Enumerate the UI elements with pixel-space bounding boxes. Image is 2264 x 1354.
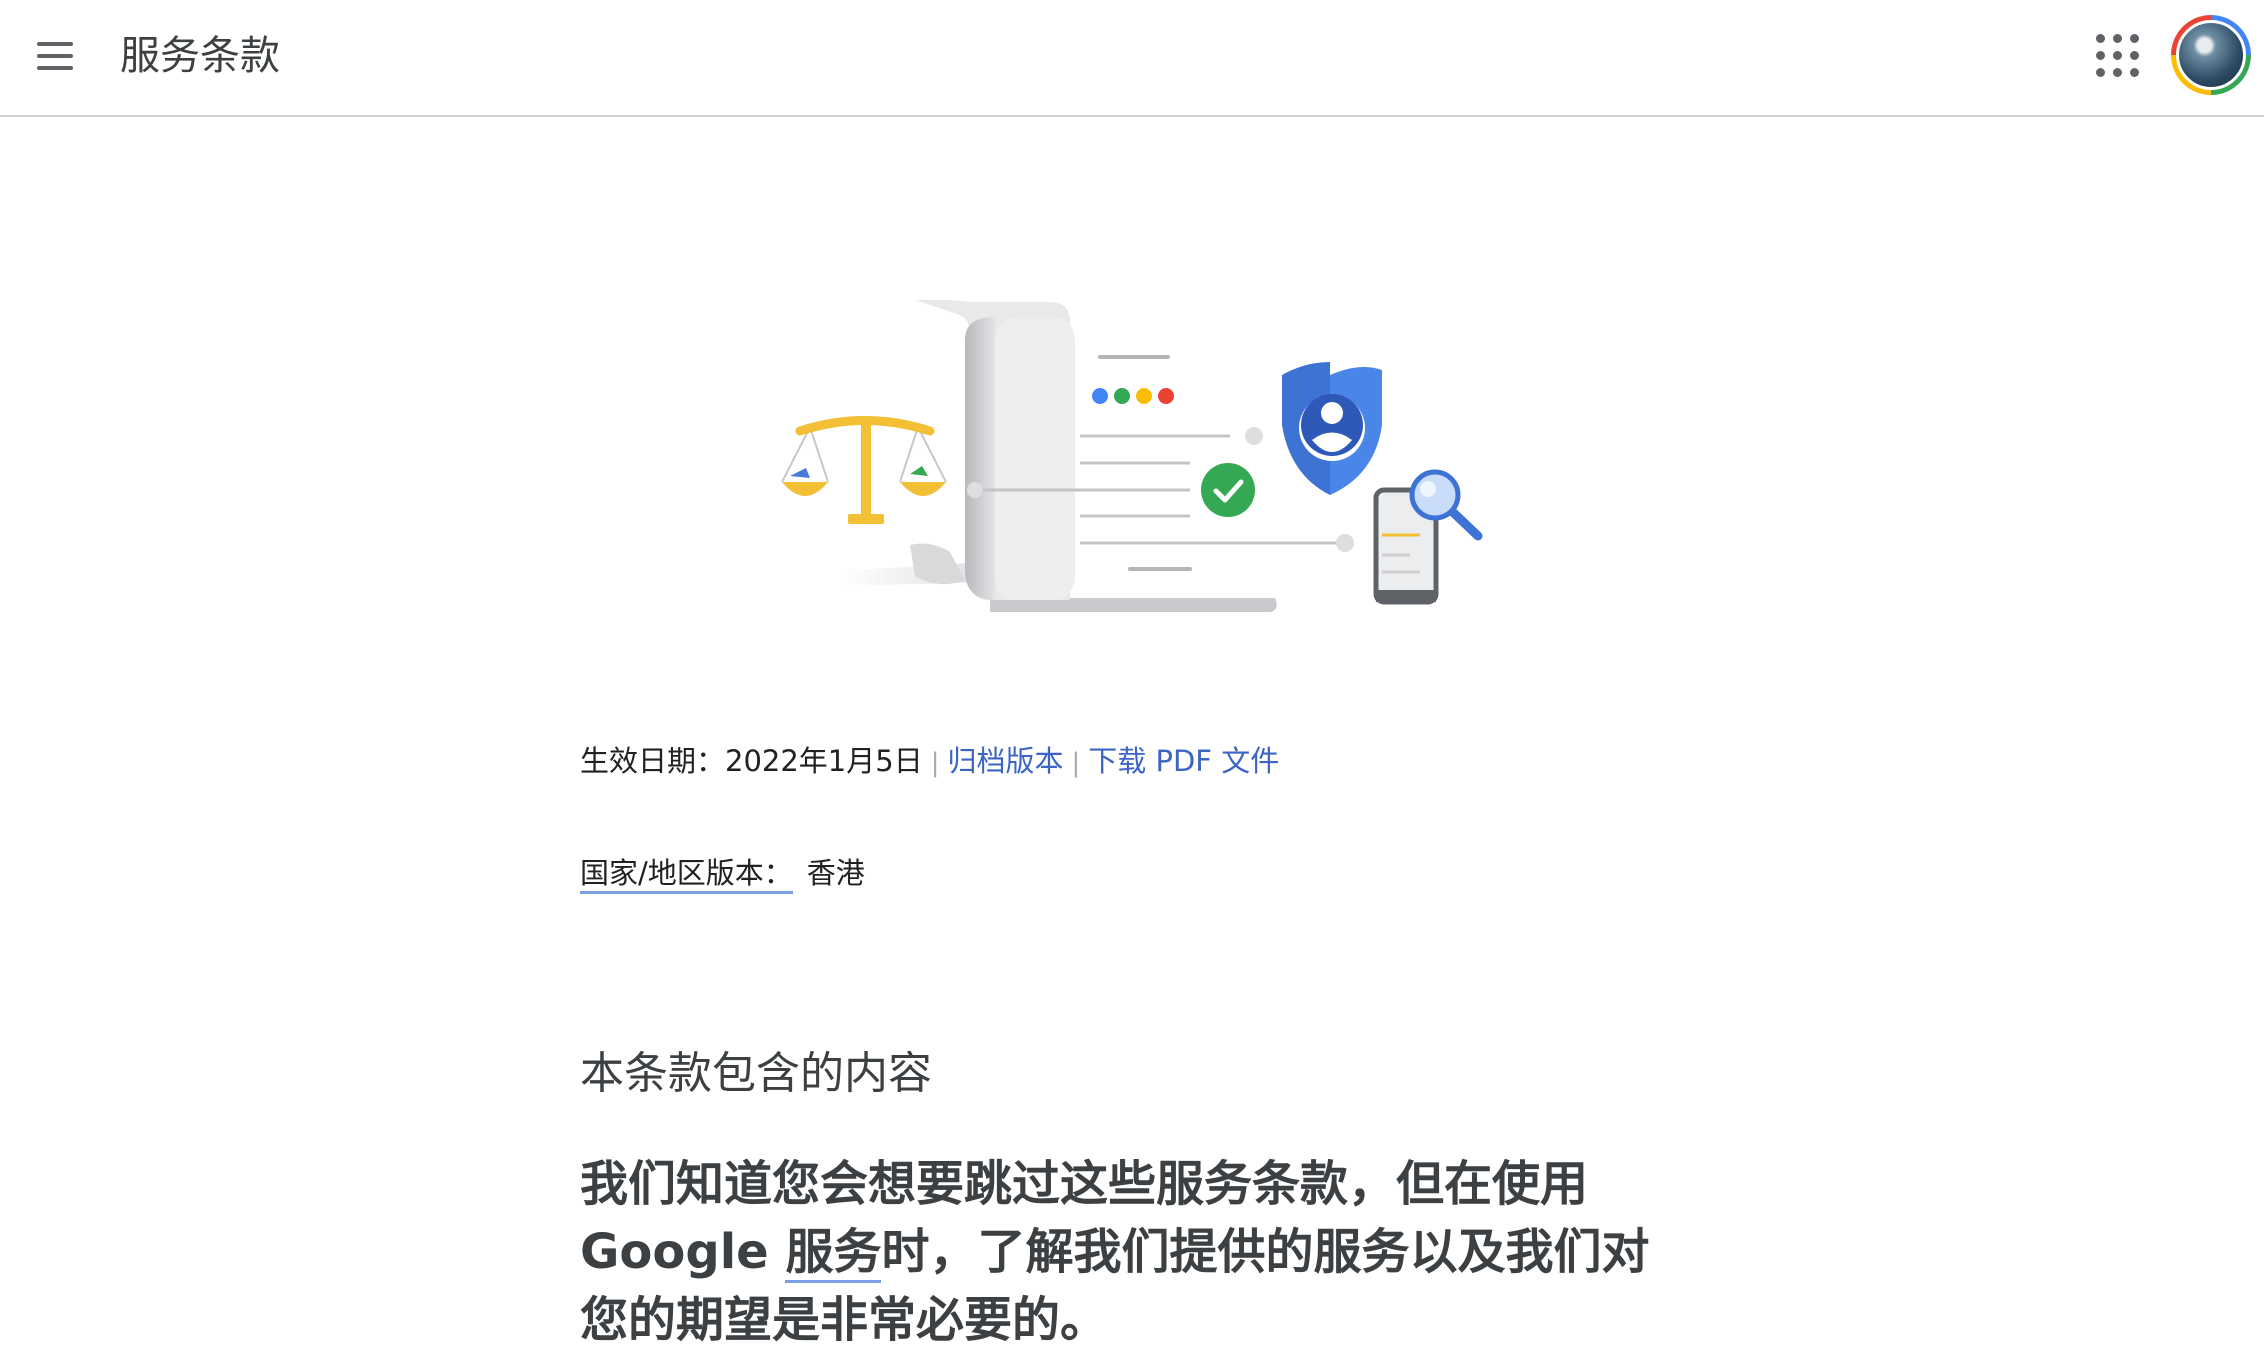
page-title: 服务条款 (120, 33, 280, 79)
region-version-line: 国家/地区版本： 香港 (580, 852, 865, 894)
menu-icon[interactable] (30, 32, 82, 84)
separator: | (1071, 748, 1081, 778)
checkmark-icon (1201, 463, 1255, 517)
archive-versions-link[interactable]: 归档版本 (947, 744, 1063, 778)
top-app-bar: 服务条款 (0, 0, 2264, 117)
region-selector[interactable]: 国家/地区版本： (580, 856, 793, 894)
scales-icon (781, 416, 947, 524)
separator: | (930, 748, 940, 778)
phone-search-icon (1373, 469, 1483, 605)
intro-text-3: 时，了解我们提供的服务以及我们对 (881, 1224, 1650, 1280)
effective-date-line: 生效日期：2022年1月5日 | 归档版本 | 下载 PDF 文件 (580, 740, 1279, 784)
avatar-image (2176, 20, 2246, 90)
services-term-link[interactable]: 服务 (785, 1224, 882, 1283)
document-scroll-icon (840, 300, 1354, 612)
apps-grid-icon[interactable] (2096, 34, 2140, 78)
region-value: 香港 (806, 856, 865, 890)
intro-text-4: 您的期望是非常必要的。 (580, 1292, 1109, 1348)
intro-paragraph: 我们知道您会想要跳过这些服务条款，但在使用 Google 服务时，了解我们提供的… (580, 1150, 1680, 1354)
account-avatar[interactable] (2171, 15, 2251, 95)
shield-person-icon (1282, 362, 1382, 495)
section-heading: 本条款包含的内容 (580, 1048, 932, 1099)
terms-illustration (781, 300, 1483, 612)
intro-text-2: Google (580, 1224, 769, 1280)
effective-date: 生效日期：2022年1月5日 (580, 744, 923, 778)
intro-text-1: 我们知道您会想要跳过这些服务条款，但在使用 (580, 1156, 1589, 1212)
download-pdf-link[interactable]: 下载 PDF 文件 (1088, 744, 1279, 778)
